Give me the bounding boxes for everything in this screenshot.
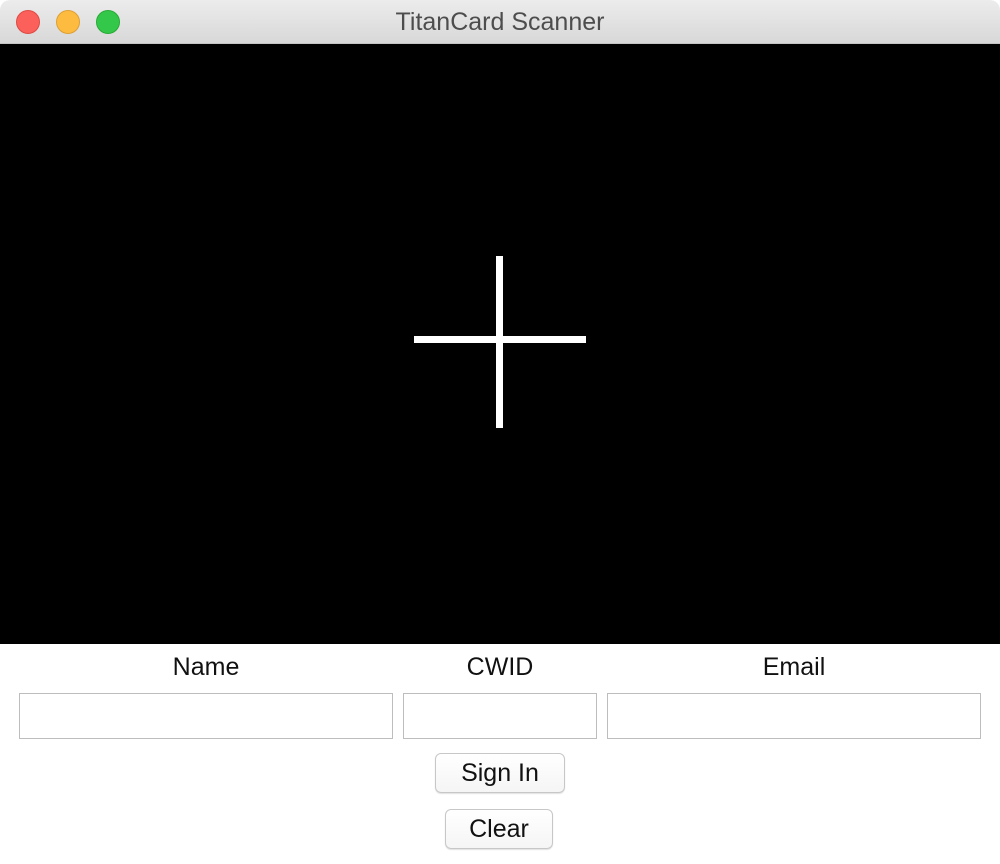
window-title: TitanCard Scanner xyxy=(395,8,605,36)
title-bar[interactable]: TitanCard Scanner xyxy=(0,0,1000,44)
email-input[interactable] xyxy=(607,693,981,739)
camera-viewfinder xyxy=(0,44,1000,644)
cwid-input[interactable] xyxy=(403,693,597,739)
crosshair-vertical-line xyxy=(496,256,503,428)
email-label: Email xyxy=(762,653,826,681)
app-window: TitanCard Scanner Name CWID Email Sign I… xyxy=(0,0,1000,864)
name-label: Name xyxy=(172,653,240,681)
sign-in-button[interactable]: Sign In xyxy=(435,753,565,793)
cwid-label: CWID xyxy=(466,653,534,681)
clear-button[interactable]: Clear xyxy=(445,809,553,849)
name-input[interactable] xyxy=(19,693,393,739)
